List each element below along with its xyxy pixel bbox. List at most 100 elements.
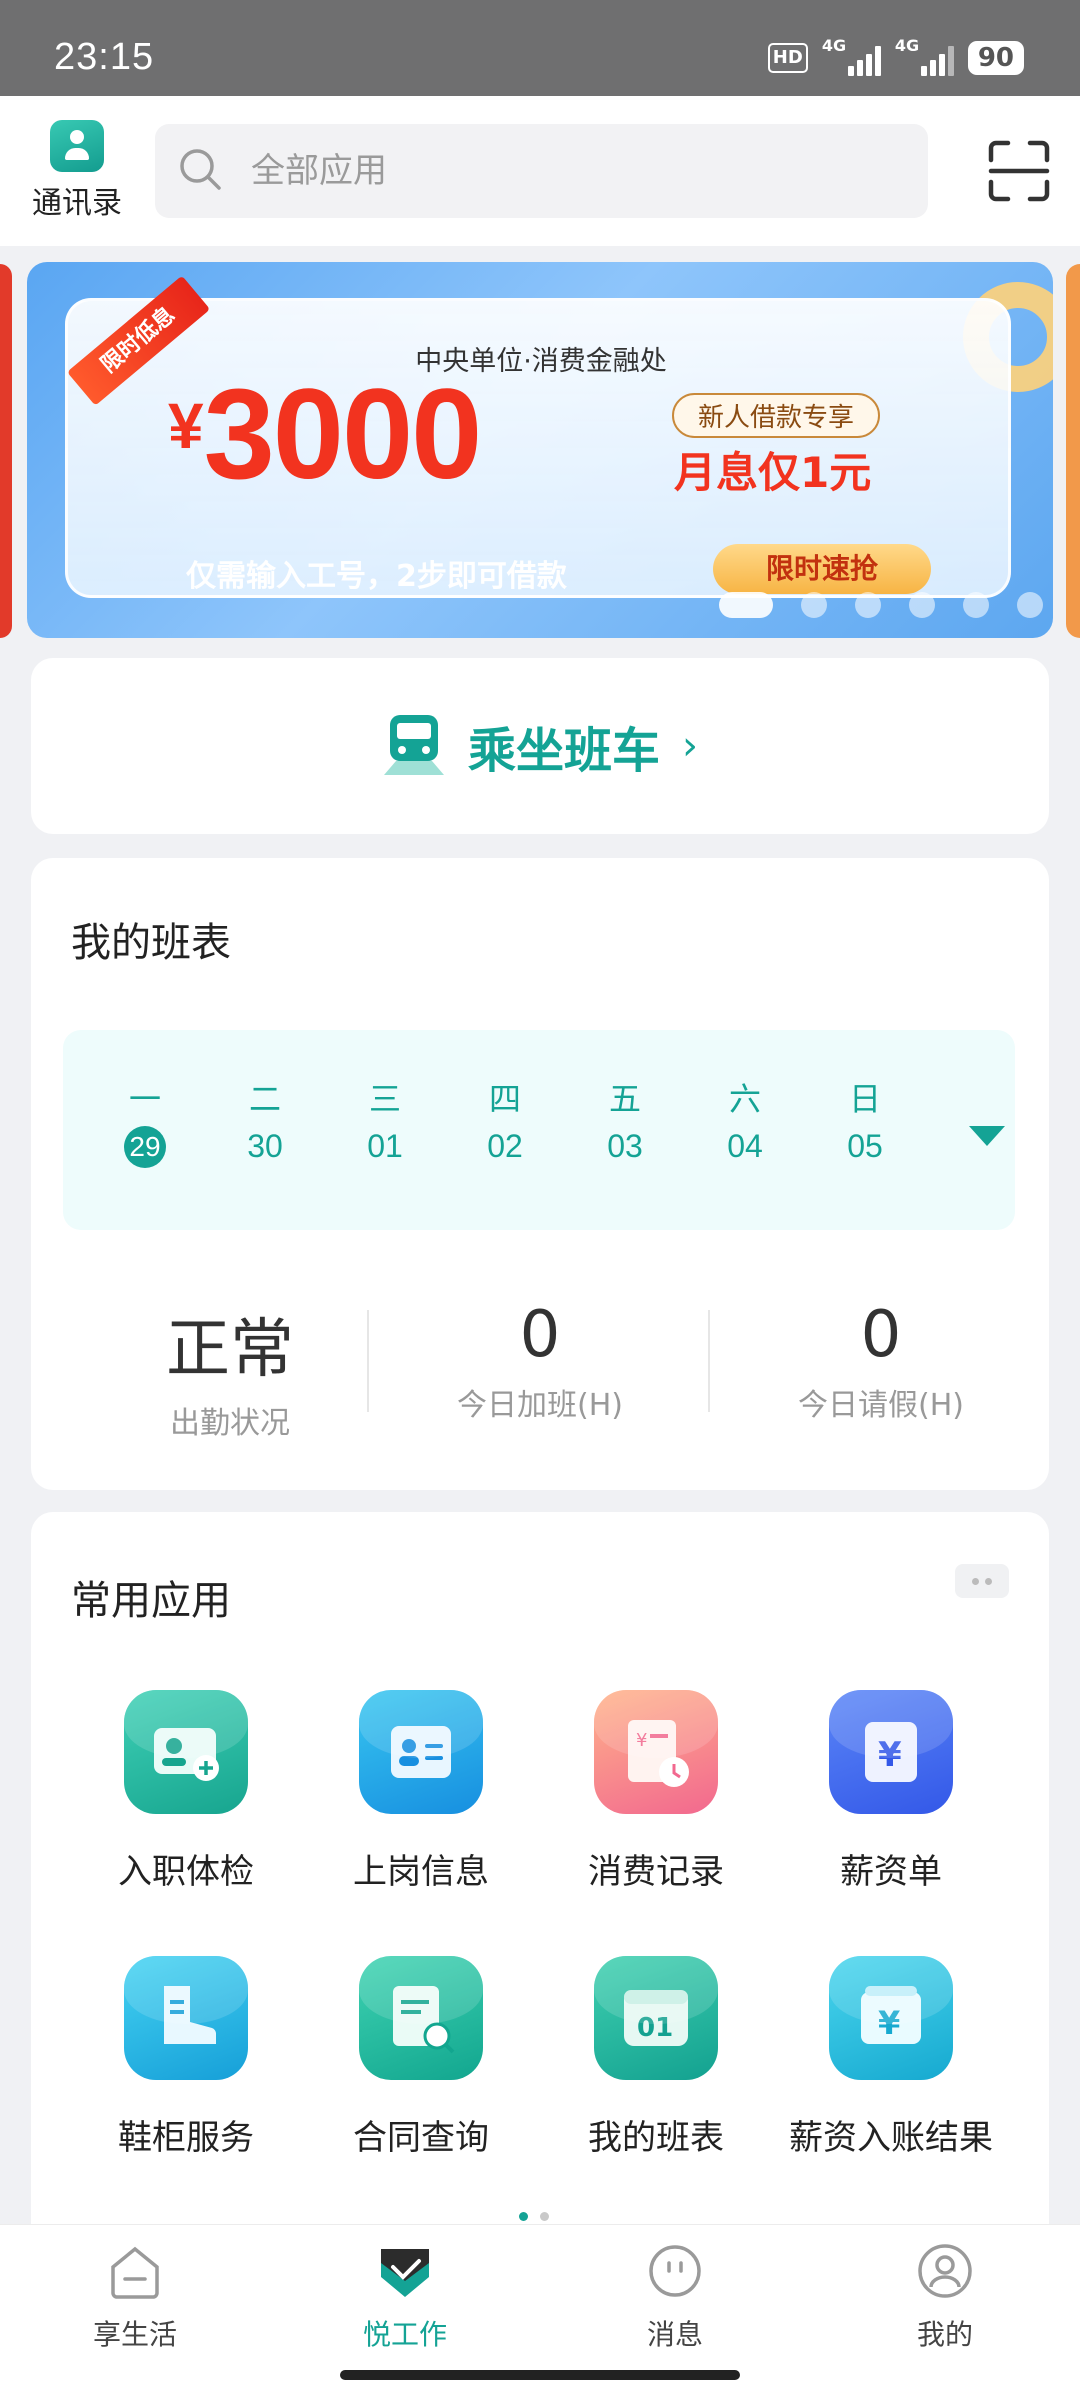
app-label: 我的班表 xyxy=(588,2118,724,2158)
app-consumption-records[interactable]: ¥ 消费记录 xyxy=(546,1690,766,1893)
signal-icon: 4G xyxy=(895,36,954,76)
network-type: 4G xyxy=(821,36,847,55)
app-label: 鞋柜服务 xyxy=(118,2118,254,2158)
day-date: 04 xyxy=(727,1128,763,1164)
day-date: 30 xyxy=(247,1128,283,1164)
home-icon xyxy=(111,2246,159,2299)
document-search-icon xyxy=(359,1956,483,2080)
stat-value: 正常 xyxy=(166,1313,294,1387)
scan-icon[interactable] xyxy=(988,140,1050,202)
stat-label: 出勤状况 xyxy=(170,1406,290,1441)
status-icons: HD 4G 4G 90 xyxy=(767,36,1024,76)
day-name: 五 xyxy=(608,1080,641,1118)
carousel-dot[interactable] xyxy=(963,592,989,618)
hd-icon: HD xyxy=(767,43,808,73)
app-label: 合同查询 xyxy=(353,2118,489,2158)
stat-divider xyxy=(367,1310,369,1412)
day-date-today: 29 xyxy=(124,1126,166,1168)
medical-check-icon xyxy=(124,1690,248,1814)
tab-label: 悦工作 xyxy=(362,2318,447,2351)
day-name: 日 xyxy=(848,1080,881,1118)
shuttle-label: 乘坐班车 xyxy=(467,723,660,779)
id-card-icon xyxy=(359,1690,483,1814)
banner-card: 中央单位·消费金融处 ¥3000 新人借款专享 月息仅1元 仅需输入工号，2步即… xyxy=(65,298,1011,598)
schedule-card: 我的班表 一 29 二 30 三 01 四 02 五 03 六 04 日 05 xyxy=(31,858,1049,1490)
more-icon[interactable] xyxy=(955,1564,1009,1598)
carousel-dot[interactable] xyxy=(855,592,881,618)
expand-triangle-icon[interactable] xyxy=(969,1126,1005,1146)
stat-label: 今日请假(H) xyxy=(798,1388,964,1423)
home-indicator[interactable] xyxy=(340,2370,740,2380)
boot-icon xyxy=(124,1956,248,2080)
day-date: 05 xyxy=(847,1128,883,1164)
app-salary-result[interactable]: ¥ 薪资入账结果 xyxy=(781,1956,1001,2159)
app-label: 上岗信息 xyxy=(353,1852,489,1892)
search-bar[interactable] xyxy=(155,124,928,218)
carousel-dot-active[interactable] xyxy=(719,592,773,618)
app-payslip[interactable]: ¥ 薪资单 xyxy=(781,1690,1001,1893)
yen-box-icon: ¥ xyxy=(829,1956,953,2080)
yen-card-icon: ¥ xyxy=(829,1690,953,1814)
message-icon xyxy=(649,2245,701,2297)
stat-overtime[interactable]: 0 今日加班(H) xyxy=(370,1298,710,1424)
tab-label: 消息 xyxy=(646,2318,703,2351)
day-name: 一 xyxy=(128,1080,161,1118)
banner-description: 仅需输入工号，2步即可借款 xyxy=(186,559,567,594)
status-time: 23:15 xyxy=(54,36,155,78)
contacts-label: 通讯录 xyxy=(32,186,122,221)
promo-banner[interactable]: 中央单位·消费金融处 ¥3000 新人借款专享 月息仅1元 仅需输入工号，2步即… xyxy=(27,262,1053,638)
app-medical-check[interactable]: 入职体检 xyxy=(76,1690,296,1893)
network-type: 4G xyxy=(894,36,920,55)
app-job-info[interactable]: 上岗信息 xyxy=(311,1690,531,1893)
currency-symbol: ¥ xyxy=(168,390,204,462)
carousel-dots xyxy=(719,592,1043,618)
profile-icon xyxy=(918,2244,972,2298)
search-input[interactable] xyxy=(251,124,891,218)
contacts-icon xyxy=(50,120,104,172)
stat-label: 今日加班(H) xyxy=(457,1388,623,1423)
banner-next-peek[interactable] xyxy=(1066,264,1080,638)
carousel-dot[interactable] xyxy=(909,592,935,618)
calendar-icon: 01 xyxy=(594,1956,718,2080)
day-name: 六 xyxy=(728,1080,761,1118)
contacts-button[interactable]: 通讯录 xyxy=(22,120,132,222)
week-strip: 一 29 二 30 三 01 四 02 五 03 六 04 日 05 xyxy=(63,1030,1015,1230)
svg-text:¥: ¥ xyxy=(878,1735,902,1775)
tab-label: 我的 xyxy=(916,2318,973,2351)
app-label: 入职体检 xyxy=(118,1852,254,1892)
tab-mine[interactable]: 我的 xyxy=(855,2239,1035,2353)
banner-amount: ¥3000 xyxy=(168,361,482,508)
banner-prev-peek[interactable] xyxy=(0,264,12,638)
apps-page-dots xyxy=(519,2212,549,2221)
carousel-dot[interactable] xyxy=(801,592,827,618)
app-label: 薪资入账结果 xyxy=(789,2118,993,2158)
attendance-stats: 正常 出勤状况 0 今日加班(H) 0 今日请假(H) xyxy=(31,1298,1049,1448)
day-date: 02 xyxy=(487,1128,523,1164)
shuttle-card[interactable]: 乘坐班车 › xyxy=(31,658,1049,834)
schedule-title: 我的班表 xyxy=(71,920,231,966)
banner-tag: 新人借款专享 xyxy=(672,393,881,438)
apps-title: 常用应用 xyxy=(71,1578,231,1624)
app-contract-query[interactable]: 合同查询 xyxy=(311,1956,531,2159)
stat-value: 0 xyxy=(860,1298,902,1372)
status-bar: 23:15 HD 4G 4G 90 xyxy=(0,0,1080,96)
svg-text:¥: ¥ xyxy=(878,2004,900,2042)
app-my-schedule[interactable]: 01 我的班表 xyxy=(546,1956,766,2159)
banner-rate: 月息仅1元 xyxy=(674,448,872,497)
app-shoe-cabinet[interactable]: 鞋柜服务 xyxy=(76,1956,296,2159)
svg-text:¥: ¥ xyxy=(636,1730,647,1751)
tab-life[interactable]: 享生活 xyxy=(45,2239,225,2353)
day-name: 三 xyxy=(368,1080,401,1118)
search-icon xyxy=(180,149,221,190)
tab-label: 享生活 xyxy=(92,2318,177,2351)
app-label: 薪资单 xyxy=(840,1852,942,1892)
app-label: 消费记录 xyxy=(588,1852,724,1892)
stat-value: 0 xyxy=(519,1298,561,1372)
stat-leave[interactable]: 0 今日请假(H) xyxy=(711,1298,1051,1424)
banner-cta-button[interactable]: 限时速抢 xyxy=(713,544,931,594)
stat-attendance[interactable]: 正常 出勤状况 xyxy=(60,1298,400,1442)
work-shield-icon xyxy=(381,2249,429,2297)
tab-work[interactable]: 悦工作 xyxy=(315,2239,495,2353)
carousel-dot[interactable] xyxy=(1017,592,1043,618)
tab-messages[interactable]: 消息 xyxy=(585,2239,765,2353)
